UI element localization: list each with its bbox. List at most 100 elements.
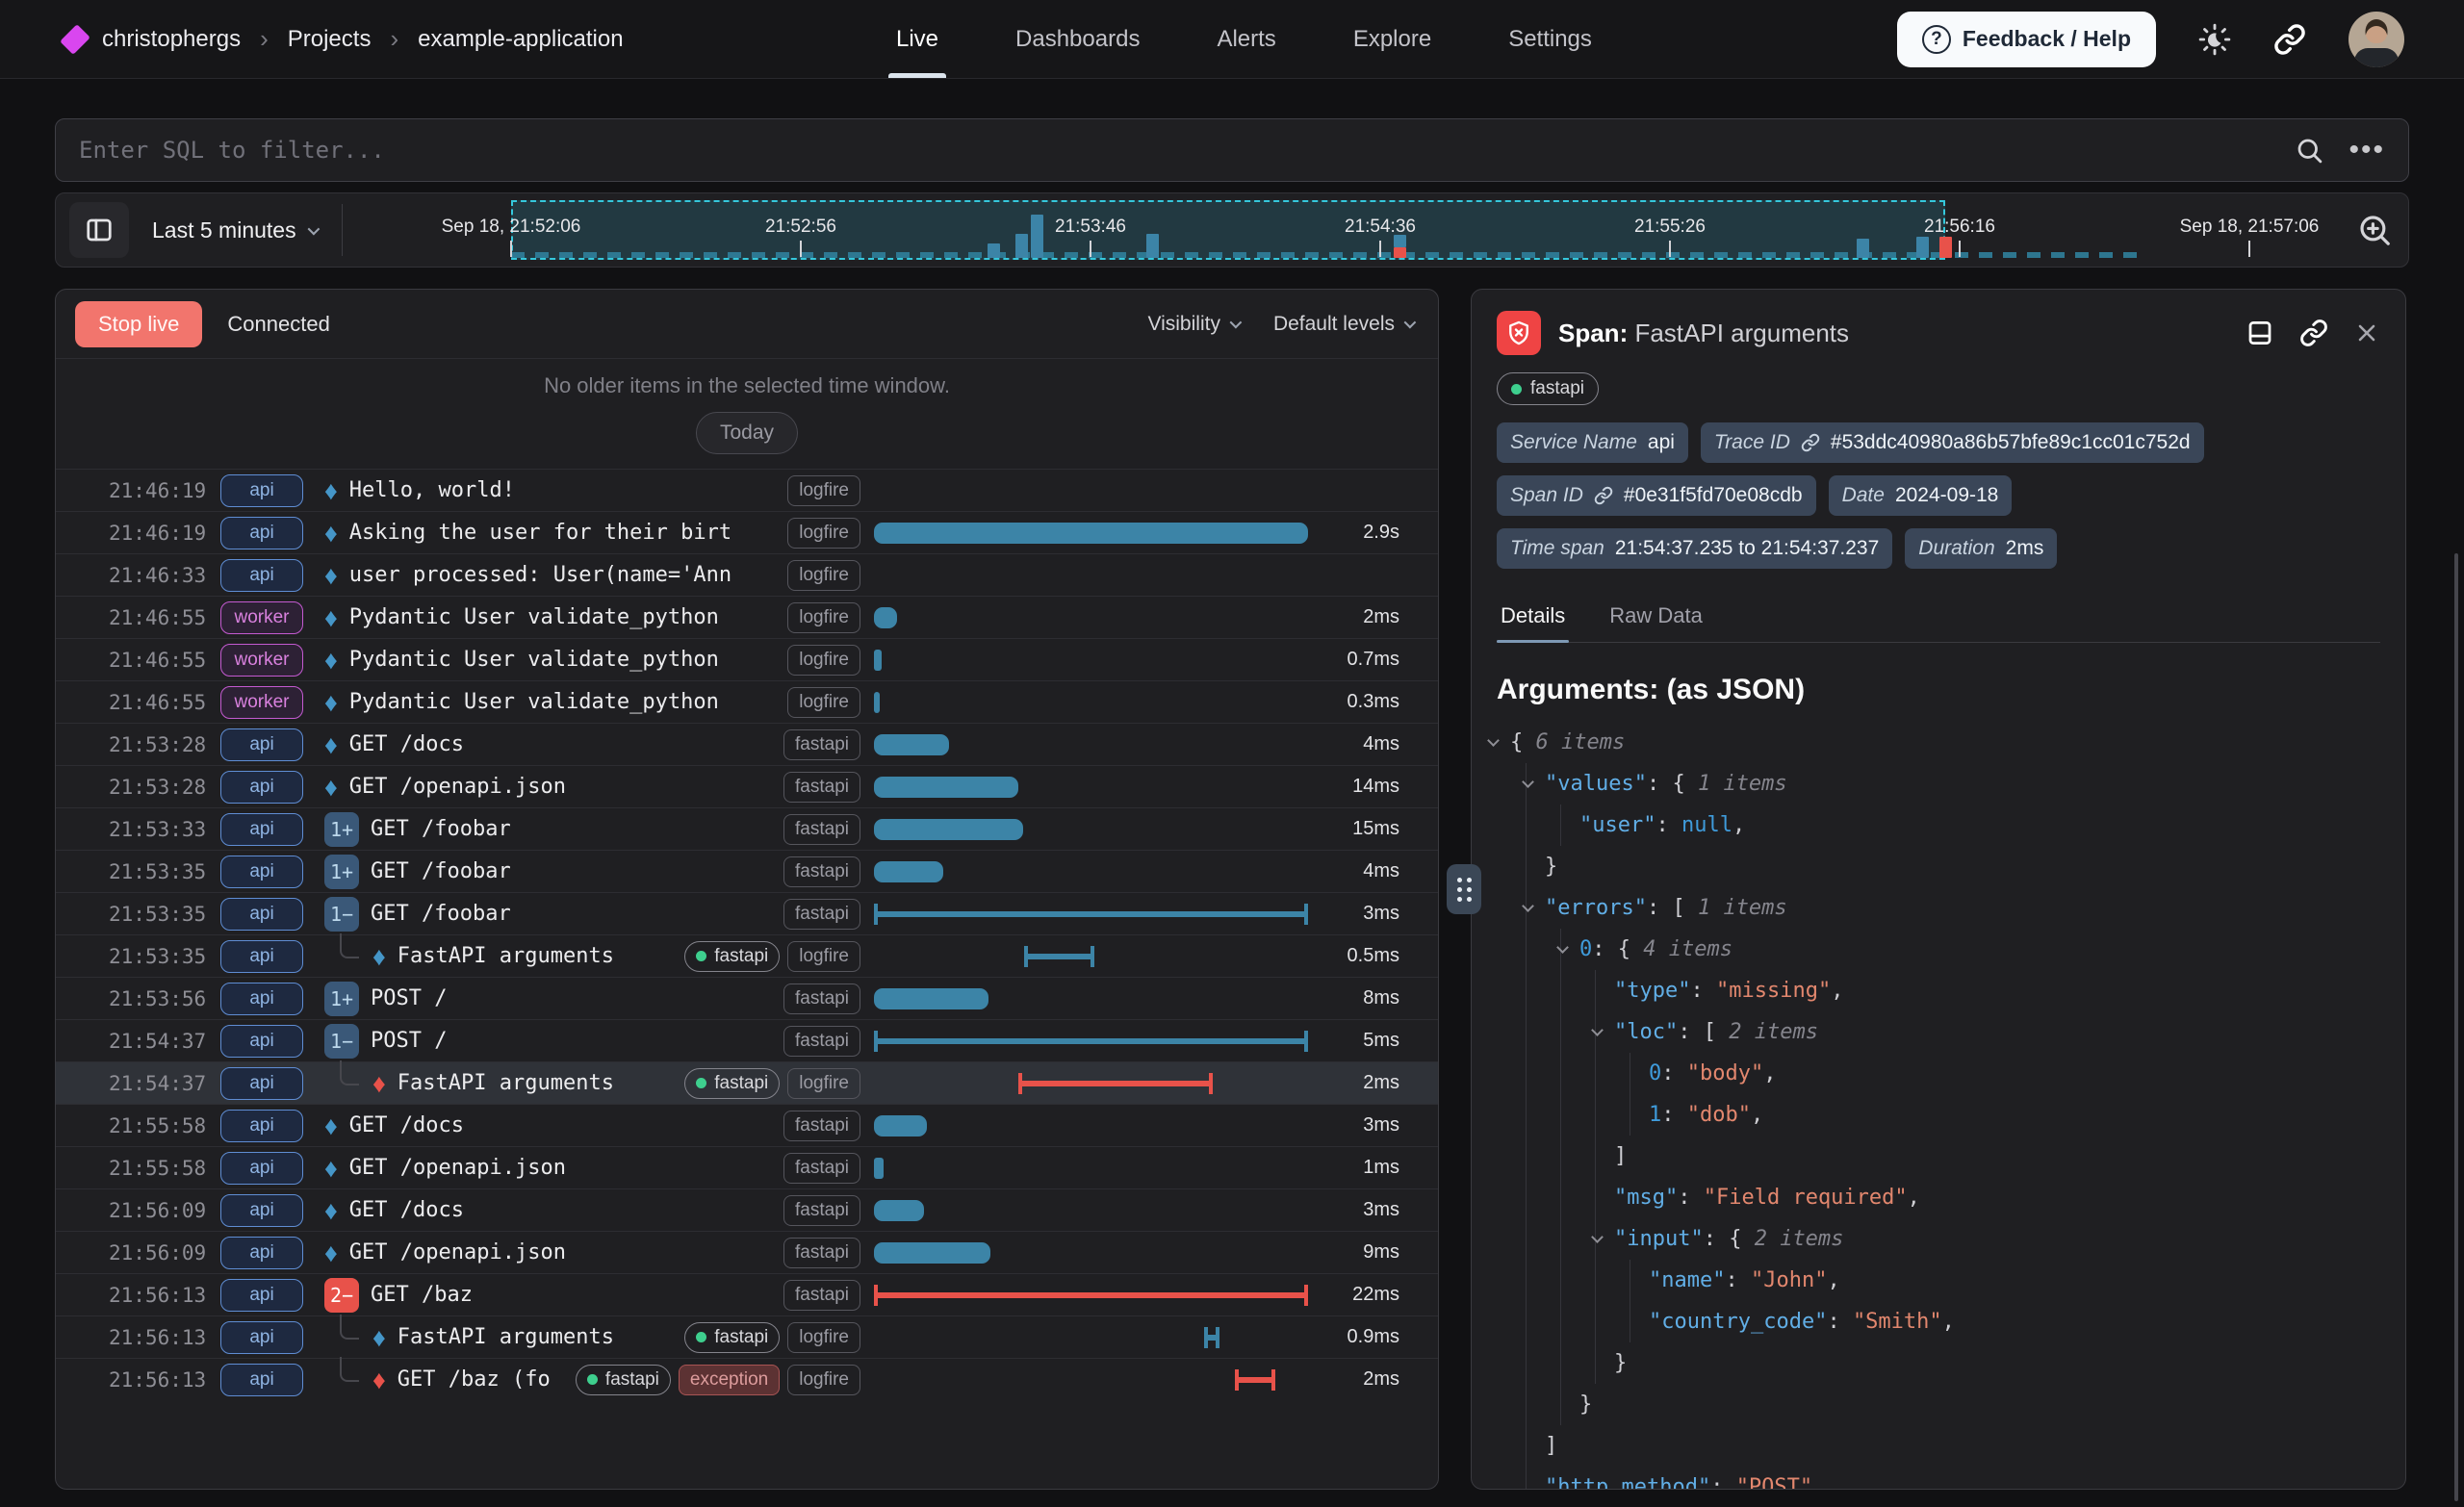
log-tags: fastapi xyxy=(783,899,860,930)
expand-chevron-icon[interactable] xyxy=(1522,776,1534,788)
json-token: : xyxy=(1827,1310,1853,1334)
dock-panel-icon[interactable] xyxy=(2246,319,2274,347)
meta-chip-duration[interactable]: Duration2ms xyxy=(1905,528,2057,569)
nav-tab-alerts[interactable]: Alerts xyxy=(1217,0,1275,78)
log-row[interactable]: 21:54:37api♦FastAPI argumentsfastapilogf… xyxy=(56,1061,1438,1104)
tab-details[interactable]: Details xyxy=(1497,594,1569,642)
scrollbar[interactable] xyxy=(2454,553,2458,1501)
service-cell: api xyxy=(220,1025,317,1058)
indent-guide xyxy=(1560,1384,1561,1425)
nav-tab-live[interactable]: Live xyxy=(896,0,938,78)
expand-chevron-icon[interactable] xyxy=(1487,734,1500,747)
meta-chip-date[interactable]: Date2024-09-18 xyxy=(1829,475,2013,516)
link-icon[interactable] xyxy=(1594,486,1613,505)
log-row[interactable]: 21:46:55worker♦Pydantic User validate_py… xyxy=(56,638,1438,680)
timeline-track[interactable]: Sep 18, 21:52:0621:52:5621:53:4621:54:36… xyxy=(56,193,2408,267)
log-row[interactable]: 21:53:35api♦FastAPI argumentsfastapilogf… xyxy=(56,934,1438,977)
breadcrumb-projects[interactable]: Projects xyxy=(288,26,372,53)
tag-fastapi: fastapi xyxy=(783,1280,860,1311)
json-line: 0: { 4 items xyxy=(1497,929,2380,970)
expand-chevron-icon[interactable] xyxy=(1591,1231,1604,1243)
time-range-dropdown[interactable]: Last 5 minutes xyxy=(152,217,317,243)
expand-chevron-icon[interactable] xyxy=(1556,941,1569,954)
log-row[interactable]: 21:55:58api♦GET /openapi.jsonfastapi1ms xyxy=(56,1146,1438,1188)
log-row[interactable]: 21:46:33api♦user processed: User(name='A… xyxy=(56,553,1438,596)
log-row[interactable]: 21:53:28api♦GET /docsfastapi4ms xyxy=(56,723,1438,765)
stop-live-button[interactable]: Stop live xyxy=(75,301,202,347)
expand-chevron-icon[interactable] xyxy=(1591,1024,1604,1036)
user-avatar[interactable] xyxy=(2348,12,2404,67)
breadcrumb[interactable]: christophergs › Projects › example-appli… xyxy=(64,24,624,54)
nav-tab-settings[interactable]: Settings xyxy=(1508,0,1592,78)
service-cell: api xyxy=(220,1152,317,1185)
tag-logfire: logfire xyxy=(787,475,860,506)
nav-tab-explore[interactable]: Explore xyxy=(1353,0,1431,78)
close-icon[interactable] xyxy=(2353,319,2380,346)
log-row[interactable]: 21:54:37api1−POST /fastapi5ms xyxy=(56,1019,1438,1061)
tag-fastapi: fastapi xyxy=(684,1068,780,1099)
meta-chip-span-id[interactable]: Span ID#0e31f5fd70e08cdb xyxy=(1497,475,1816,516)
log-row[interactable]: 21:56:13api♦GET /baz (fofastapiexception… xyxy=(56,1358,1438,1400)
tab-raw-data[interactable]: Raw Data xyxy=(1605,594,1707,642)
meta-chip-trace-id[interactable]: Trace ID#53ddc40980a86b57bfe89c1cc01c752… xyxy=(1701,422,2204,463)
json-token: "Smith" xyxy=(1853,1310,1942,1334)
indent-guide xyxy=(1526,1384,1527,1425)
default-levels-dropdown[interactable]: Default levels xyxy=(1273,313,1413,336)
log-message: GET /baz (fo xyxy=(398,1367,551,1392)
breadcrumb-org[interactable]: christophergs xyxy=(102,26,241,53)
meta-chip-service-name[interactable]: Service Nameapi xyxy=(1497,422,1688,463)
nav-tab-dashboards[interactable]: Dashboards xyxy=(1015,0,1140,78)
log-row[interactable]: 21:46:19api♦Asking the user for their bi… xyxy=(56,511,1438,553)
timeline-selection[interactable] xyxy=(511,200,1945,260)
timeline-zoom-in-button[interactable] xyxy=(2356,212,2393,248)
expand-chevron-icon[interactable] xyxy=(1522,900,1534,912)
sql-filter-bar[interactable]: Enter SQL to filter... ••• xyxy=(55,118,2409,182)
log-row[interactable]: 21:56:13api♦FastAPI argumentsfastapilogf… xyxy=(56,1315,1438,1358)
sql-filter-input[interactable]: Enter SQL to filter... xyxy=(79,137,385,164)
today-button[interactable]: Today xyxy=(696,412,798,454)
log-tags: fastapi xyxy=(783,1026,860,1057)
link-icon[interactable] xyxy=(1801,433,1820,452)
log-row[interactable]: 21:46:55worker♦Pydantic User validate_py… xyxy=(56,680,1438,723)
log-row[interactable]: 21:55:58api♦GET /docsfastapi3ms xyxy=(56,1104,1438,1146)
json-token: "Field required" xyxy=(1704,1186,1908,1210)
panel-resize-handle[interactable] xyxy=(1447,864,1481,914)
children-count-badge[interactable]: 1− xyxy=(324,897,359,932)
log-row[interactable]: 21:53:28api♦GET /openapi.jsonfastapi14ms xyxy=(56,765,1438,807)
meta-label: Span ID xyxy=(1510,484,1583,507)
log-row[interactable]: 21:53:35api1+GET /foobarfastapi4ms xyxy=(56,850,1438,892)
visibility-dropdown[interactable]: Visibility xyxy=(1147,313,1238,336)
service-tag-api: api xyxy=(220,1279,303,1312)
children-count-badge[interactable]: 1+ xyxy=(324,812,359,847)
log-message-cell: ♦GET /openapi.json xyxy=(324,1156,783,1180)
timeline-tick-mark xyxy=(1379,241,1381,257)
json-line: "errors": [ 1 items xyxy=(1497,887,2380,929)
children-count-badge[interactable]: 1+ xyxy=(324,982,359,1016)
meta-chip-time-span[interactable]: Time span21:54:37.235 to 21:54:37.237 xyxy=(1497,528,1892,569)
tag-label: exception xyxy=(690,1369,768,1391)
duration-label: 2ms xyxy=(1308,1368,1399,1391)
log-row[interactable]: 21:56:09api♦GET /docsfastapi3ms xyxy=(56,1188,1438,1231)
children-count-badge[interactable]: 1+ xyxy=(324,855,359,889)
log-message: GET /baz xyxy=(371,1283,473,1307)
tag-fastapi: fastapi xyxy=(783,1238,860,1268)
tag-fastapi: fastapi xyxy=(576,1365,671,1395)
json-token: } xyxy=(1545,855,1557,879)
feedback-help-button[interactable]: ? Feedback / Help xyxy=(1897,12,2156,67)
children-count-badge[interactable]: 1− xyxy=(324,1024,359,1059)
log-row[interactable]: 21:53:56api1+POST /fastapi8ms xyxy=(56,977,1438,1019)
log-row[interactable]: 21:56:09api♦GET /openapi.jsonfastapi9ms xyxy=(56,1231,1438,1273)
log-row[interactable]: 21:46:55worker♦Pydantic User validate_py… xyxy=(56,596,1438,638)
share-link-icon[interactable] xyxy=(2273,23,2306,56)
log-row[interactable]: 21:53:33api1+GET /foobarfastapi15ms xyxy=(56,807,1438,850)
log-row[interactable]: 21:53:35api1−GET /foobarfastapi3ms xyxy=(56,892,1438,934)
log-row[interactable]: 21:46:19api♦Hello, world!logfire xyxy=(56,469,1438,511)
theme-toggle-icon[interactable] xyxy=(2198,23,2231,56)
children-count-badge[interactable]: 2− xyxy=(324,1278,359,1313)
meta-value: #53ddc40980a86b57bfe89c1cc01c752d xyxy=(1831,431,2191,454)
breadcrumb-project[interactable]: example-application xyxy=(418,26,623,53)
log-row[interactable]: 21:56:13api2−GET /bazfastapi22ms xyxy=(56,1273,1438,1315)
log-timestamp: 21:54:37 xyxy=(109,1072,220,1095)
search-icon[interactable] xyxy=(2295,136,2323,165)
copy-link-icon[interactable] xyxy=(2299,319,2328,347)
